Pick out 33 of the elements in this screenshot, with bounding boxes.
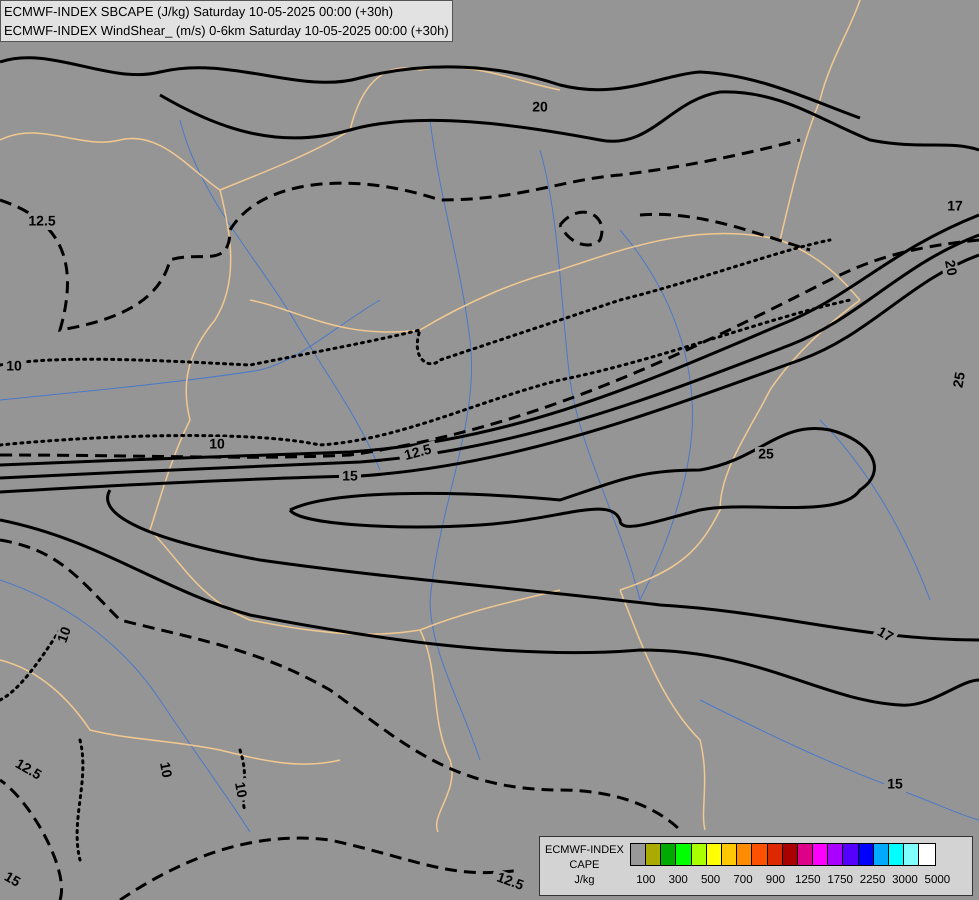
contour-label: 10 (6, 358, 22, 374)
contour-label: 12.5 (494, 868, 526, 893)
contour-label: 12.5 (402, 440, 433, 463)
contour-label: 17 (874, 623, 896, 645)
contour-label: 25 (758, 446, 774, 462)
contour-label: 10 (157, 760, 176, 779)
map-title: ECMWF-INDEX WindShear_ (m/s) 0-6km Saturday 10-05-2025 00:00 (+30h) (4, 22, 449, 40)
contour-label: 20 (532, 98, 548, 115)
contour-label: 10 (232, 780, 250, 799)
legend-title: J/kg (574, 873, 594, 888)
legend-title: CAPE (569, 858, 600, 873)
legend-tick-label: 2250 (860, 874, 886, 886)
legend-tick-label: 1750 (827, 874, 853, 886)
legend-tick-label: 100 (636, 874, 656, 886)
contour-label: 15 (2, 868, 24, 890)
contour-label: 17 (947, 198, 963, 214)
contour-label: 12.5 (12, 755, 44, 783)
legend-tick-label: 500 (701, 874, 720, 886)
contour-label: 15 (887, 776, 903, 792)
contour-label: 10 (54, 624, 74, 645)
legend-tick-label: 5000 (924, 874, 950, 886)
contour-label: 20 (942, 258, 960, 277)
legend-tick-label: 900 (766, 874, 785, 886)
map-title: ECMWF-INDEX SBCAPE (J/kg) Saturday 10-05-2025 00:00 (+30h) (4, 3, 394, 21)
legend-tick-label: 1250 (794, 874, 821, 886)
contour-label: 12.5 (28, 212, 56, 229)
contour-label: 15 (342, 468, 358, 484)
legend-title: ECMWF-INDEX (545, 843, 624, 858)
contour-label: 10 (209, 436, 225, 452)
legend-tick-label: 700 (733, 874, 753, 886)
contour-label: 25 (950, 370, 968, 389)
legend-tick-label: 300 (668, 874, 688, 886)
legend-tick-label: 3000 (892, 874, 918, 886)
